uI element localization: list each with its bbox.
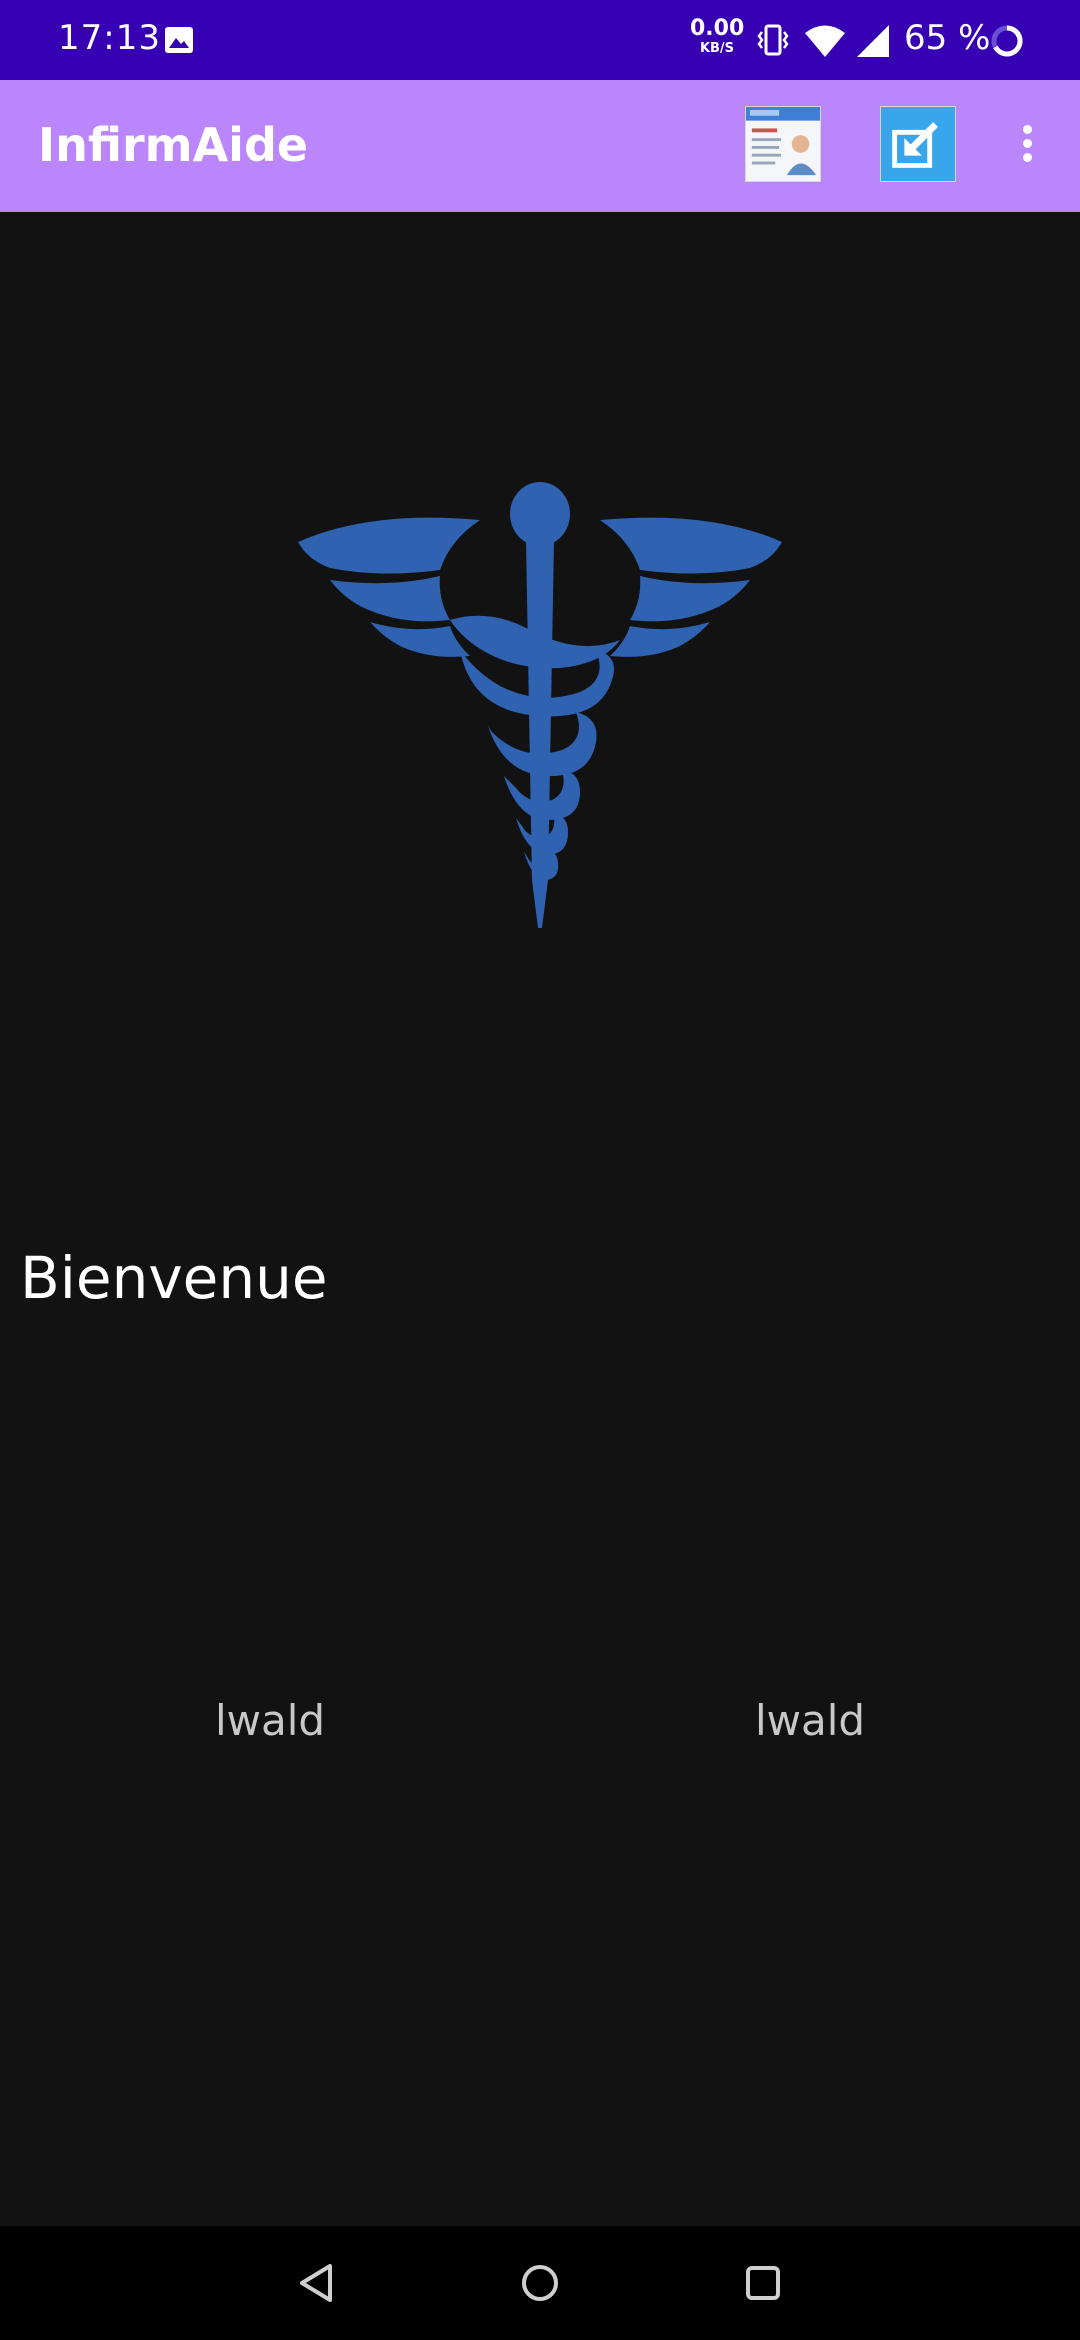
wifi-icon <box>805 25 845 57</box>
caduceus-icon <box>298 482 782 928</box>
app-bar: InfirmAide <box>0 80 1080 212</box>
overflow-dot <box>1022 153 1032 162</box>
status-bar: 17:13 0.00 KB/S 65 % <box>0 0 1080 80</box>
export-icon <box>892 122 938 168</box>
overflow-dot <box>1022 125 1032 134</box>
screen: 17:13 0.00 KB/S 65 % InfirmAide Bienvenu… <box>0 0 1080 2340</box>
net-speed-unit: KB/S <box>699 41 735 56</box>
name-left: lwald <box>214 1696 326 1745</box>
overflow-dot <box>1022 139 1032 148</box>
signal-icon <box>857 25 889 57</box>
net-speed: 0.00 KB/S <box>690 16 745 56</box>
recents-icon[interactable] <box>738 2258 788 2308</box>
app-title: InfirmAide <box>38 118 309 172</box>
back-icon[interactable] <box>292 2258 342 2308</box>
image-icon <box>165 27 193 53</box>
vibrate-icon <box>757 24 789 56</box>
battery-ring-icon <box>991 25 1023 57</box>
profile-card-button[interactable] <box>745 106 821 182</box>
home-icon[interactable] <box>515 2258 565 2308</box>
net-speed-value: 0.00 <box>690 16 745 41</box>
status-time: 17:13 <box>58 18 161 58</box>
battery-percent: 65 % <box>904 18 991 58</box>
profile-card-icon <box>746 107 820 176</box>
overflow-menu-button[interactable] <box>1012 122 1042 170</box>
welcome-text: Bienvenue <box>20 1244 328 1312</box>
export-button[interactable] <box>880 106 956 182</box>
navigation-bar <box>0 2226 1080 2340</box>
name-right: lwald <box>754 1696 866 1745</box>
